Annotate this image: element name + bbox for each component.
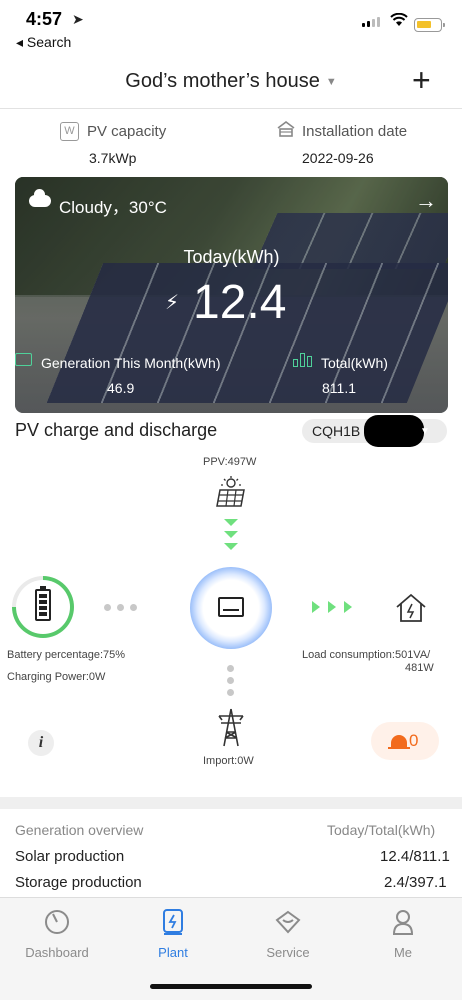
today-label: Today(kWh) xyxy=(183,247,280,267)
tab-service[interactable]: Service xyxy=(243,908,333,960)
ppv-value: PPV:497W xyxy=(203,456,257,468)
battery-percentage: Battery percentage:75% xyxy=(7,649,126,661)
dashboard-icon xyxy=(45,910,69,934)
battery-icon xyxy=(35,586,51,621)
flow-down-arrow xyxy=(224,531,238,538)
load-consumption: Load consumption:501VA/ xyxy=(302,649,431,661)
pv-capacity-icon: W xyxy=(60,122,79,141)
tab-label: Me xyxy=(393,945,413,960)
month-generation-label: Generation This Month(kWh) xyxy=(41,355,221,371)
section-separator xyxy=(0,797,462,809)
profile-icon xyxy=(392,910,414,935)
header-divider xyxy=(0,108,462,109)
installation-date-value: 2022-09-26 xyxy=(302,150,374,166)
tab-label: Plant xyxy=(158,945,188,960)
generation-card[interactable]: Cloudy，30°C → Today(kWh) ⚡︎ 12.4 Generat… xyxy=(15,177,448,413)
house-icon[interactable] xyxy=(393,590,429,626)
info-button[interactable]: i xyxy=(28,730,54,756)
pv-capacity-label: PV capacity xyxy=(87,123,167,140)
section-title: PV charge and discharge xyxy=(15,420,218,440)
plant-icon xyxy=(163,909,183,935)
redaction-mark xyxy=(364,415,424,447)
bar-chart-icon xyxy=(293,353,312,367)
overview-row-label: Solar production xyxy=(15,848,125,865)
import-value: Import:0W xyxy=(203,755,254,767)
inverter-icon xyxy=(218,597,244,617)
tab-label: Dashboard xyxy=(25,945,89,960)
plant-title: God’s mother’s house xyxy=(125,70,320,92)
location-arrow-icon: ➤ xyxy=(72,11,84,27)
today-value: 12.4 xyxy=(193,276,287,329)
add-plant-button[interactable]: + xyxy=(412,62,431,99)
arrow-right-icon[interactable]: → xyxy=(415,188,437,214)
solar-panel-icon xyxy=(216,476,245,507)
power-grid-icon xyxy=(218,708,244,747)
plant-selector[interactable]: God’s mother’s house ▼ xyxy=(0,70,462,93)
total-generation-label: Total(kWh) xyxy=(321,355,388,371)
tab-me[interactable]: Me xyxy=(358,908,448,960)
lightning-icon: ⚡︎ xyxy=(165,292,180,314)
flow-down-arrow xyxy=(224,543,238,550)
cellular-signal-icon xyxy=(362,17,380,27)
grid-flow-dots xyxy=(227,665,234,696)
alarm-icon xyxy=(388,735,410,749)
overview-row-label: Storage production xyxy=(15,874,142,891)
alarm-button[interactable]: 0 xyxy=(371,722,439,760)
status-time: 4:57 xyxy=(26,9,63,29)
overview-row-value: 2.4/397.1 xyxy=(384,874,447,891)
load-consumption-watts: 481W xyxy=(405,662,434,674)
device-selector[interactable]: CQH1B ▼ xyxy=(302,415,447,447)
flow-down-arrow xyxy=(224,519,238,526)
load-flow-arrows xyxy=(312,601,352,613)
month-generation-value: 46.9 xyxy=(107,380,135,396)
tab-dashboard[interactable]: Dashboard xyxy=(12,908,102,960)
battery-status-icon xyxy=(414,18,445,32)
tab-plant[interactable]: Plant xyxy=(128,908,218,960)
overview-period: Today/Total(kWh) xyxy=(327,822,436,838)
caret-down-icon: ▼ xyxy=(420,426,430,437)
device-name: CQH1B xyxy=(312,423,361,439)
back-to-search-link[interactable]: ◂ Search xyxy=(16,34,71,51)
battery-flow-dots xyxy=(104,604,137,611)
alarm-count: 0 xyxy=(409,731,419,750)
installation-date-label: Installation date xyxy=(302,123,408,140)
inverter-button[interactable] xyxy=(190,567,272,649)
weather-text: Cloudy，30°C xyxy=(59,198,167,217)
tab-label: Service xyxy=(266,945,310,960)
overview-row-value: 12.4/811.1 xyxy=(380,848,450,865)
overview-title: Generation overview xyxy=(15,822,144,838)
battery-gauge[interactable] xyxy=(12,576,74,638)
home-indicator xyxy=(150,984,312,989)
service-icon xyxy=(275,910,301,934)
caret-down-icon: ▼ xyxy=(325,75,337,88)
wifi-icon xyxy=(390,12,408,31)
pv-capacity-value: 3.7kWp xyxy=(89,150,137,166)
charging-power: Charging Power:0W xyxy=(7,671,106,683)
cloud-icon xyxy=(29,189,51,207)
total-generation-value: 811.1 xyxy=(322,380,356,396)
installation-icon xyxy=(276,120,296,143)
battery-chart-icon xyxy=(15,353,32,366)
